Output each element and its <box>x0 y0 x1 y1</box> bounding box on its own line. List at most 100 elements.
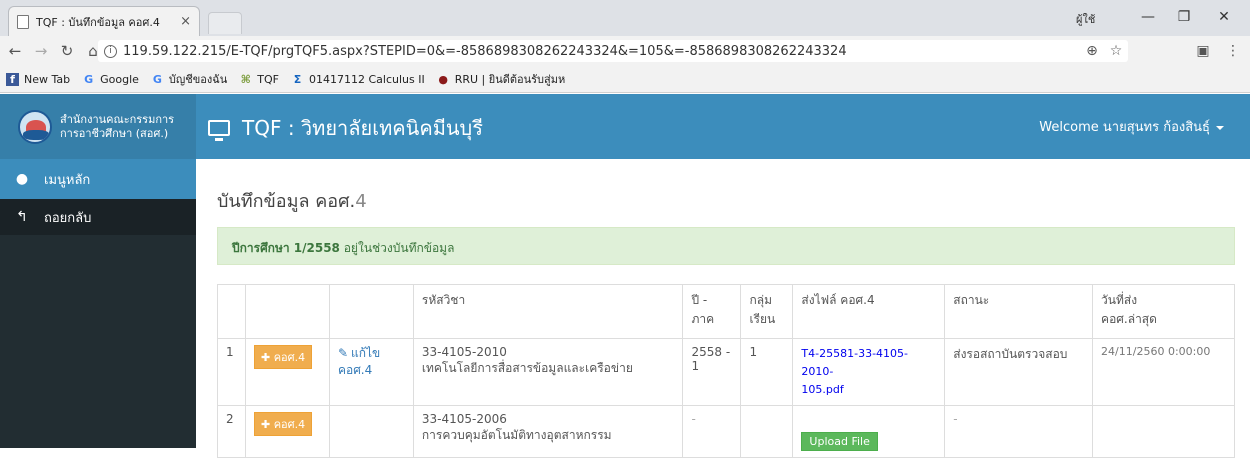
col-header-group: กลุ่ม เรียน <box>740 284 794 339</box>
course-name: การควบคุมอัตโนมัติทางอุตสาหกรรม <box>421 428 612 442</box>
back-arrow-icon[interactable]: ← <box>4 42 26 60</box>
rru-icon: ● <box>438 72 449 86</box>
sidebar-item-label: เมนูหลัก <box>44 172 91 188</box>
brand-logo-area[interactable]: สำนักงานคณะกรรมการ การอาชีวศึกษา (สอศ.) <box>0 94 196 159</box>
edit-cell-empty <box>328 405 414 458</box>
course-name: เทคโนโลยีการสื่อสารข้อมูลและเครือข่าย <box>421 361 633 375</box>
edit-label-1: แก้ไข <box>351 346 381 360</box>
tab-close-icon[interactable]: × <box>180 14 191 29</box>
dashboard-icon: ● <box>15 171 29 187</box>
course-cell: 33-4105-2006 การควบคุมอัตโนมัติทางอุตสาห… <box>412 405 684 458</box>
col-header-status: สถานะ <box>944 284 1094 339</box>
row-number: 2 <box>217 405 246 458</box>
term-cell: - <box>682 405 742 458</box>
file-name-1: T4-25581-33-4105-2010- <box>801 347 909 378</box>
brand-text: สำนักงานคณะกรรมการ การอาชีวศึกษา (สอศ.) <box>60 113 174 141</box>
google-icon: G <box>84 72 94 86</box>
tqf-icon: ⌘ <box>240 72 251 86</box>
site-title-text: TQF : วิทยาลัยเทคนิคมีนบุรี <box>242 116 483 140</box>
window-user-label[interactable]: ผู้ใช้ <box>1076 10 1095 28</box>
browser-tab[interactable]: TQF : บันทึกข้อมูล คอศ.4 × <box>8 6 200 36</box>
pencil-icon: ✎ <box>337 346 349 360</box>
monitor-icon <box>208 120 230 141</box>
new-tab-button[interactable] <box>208 12 242 34</box>
bookmark-tqf[interactable]: ⌘ TQF <box>239 73 279 86</box>
alert-text: อยู่ในช่วงบันทึกข้อมูล <box>339 241 455 255</box>
bookmark-newtab[interactable]: f New Tab <box>6 72 71 86</box>
bookmark-label: New Tab <box>24 72 71 86</box>
main-content: บันทึกข้อมูล คอศ.4 ปีการศึกษา 1/2558 อยู… <box>196 159 1250 458</box>
forward-arrow-icon[interactable]: → <box>30 42 52 60</box>
vec-logo-icon <box>18 109 52 144</box>
page-title: บันทึกข้อมูล คอศ.4 <box>217 186 367 215</box>
sidebar-item-label: ถอยกลับ <box>44 210 92 226</box>
course-cell: 33-4105-2010 เทคโนโลยีการสื่อสารข้อมูลแล… <box>412 338 684 406</box>
col-header-file: ส่งไฟล์ คอศ.4 <box>792 284 946 339</box>
reload-icon[interactable]: ↻ <box>56 42 78 60</box>
bookmark-calculus[interactable]: Σ 01417112 Calculus II <box>291 73 425 86</box>
status-alert: ปีการศึกษา 1/2558 อยู่ในช่วงบันทึกข้อมูล <box>217 227 1235 265</box>
row-number: 1 <box>217 338 246 406</box>
brand-line1: สำนักงานคณะกรรมการ <box>60 112 175 126</box>
zoom-icon[interactable]: ⊕ <box>1080 40 1104 62</box>
course-table: รหัสวิชา ปี - ภาค กลุ่ม เรียน ส่งไฟล์ คอ… <box>217 284 1235 458</box>
sidebar-item-main-menu[interactable]: ● เมนูหลัก <box>0 159 196 199</box>
page-title-number: 4 <box>355 191 367 212</box>
alert-term: ปีการศึกษา 1/2558 <box>232 241 340 255</box>
minimize-button[interactable]: — <box>1132 6 1164 28</box>
group-cell-empty <box>740 405 794 458</box>
col-header-action <box>244 284 330 339</box>
table-row: 1 ✚ คอศ.4 ✎ แก้ไข คอศ.4 33-4105-2010 เทคโ… <box>217 338 1235 406</box>
add-kos4-cell: ✚ คอศ.4 <box>244 338 330 406</box>
col-header-edit <box>328 284 414 339</box>
bookmark-label: 01417112 Calculus II <box>308 72 425 86</box>
upload-file-button[interactable]: Upload File <box>801 432 878 451</box>
bookmark-label: TQF <box>257 72 279 86</box>
table-row: 2 ✚ คอศ.4 33-4105-2006 การควบคุมอัตโนมัต… <box>217 405 1235 458</box>
status-cell: ส่งรอสถาบันตรวจสอบ <box>944 338 1094 406</box>
reply-arrow-icon: ↰ <box>16 209 28 225</box>
upload-cell: Upload File <box>792 405 946 458</box>
google-icon: G <box>152 72 162 86</box>
browser-tab-bar: TQF : บันทึกข้อมูล คอศ.4 × ผู้ใช้ — ❐ ✕ <box>0 0 1250 36</box>
add-kos4-button[interactable]: ✚ คอศ.4 <box>253 345 313 369</box>
bookmark-account[interactable]: G บัญชีของฉัน <box>151 70 227 88</box>
brand-line2: การอาชีวศึกษา (สอศ.) <box>60 126 169 140</box>
col-header-code: รหัสวิชา <box>412 284 684 339</box>
sidebar-item-back[interactable]: ↰ ถอยกลับ <box>0 199 196 235</box>
file-link[interactable]: T4-25581-33-4105-2010- 105.pdf <box>792 338 946 406</box>
course-code: 33-4105-2010 <box>421 345 507 359</box>
url-text: 119.59.122.215/E-TQF/prgTQF5.aspx?STEPID… <box>123 43 847 59</box>
col-header-date: วันที่ส่ง คอศ.ล่าสุด <box>1092 284 1235 339</box>
bookmark-rru[interactable]: ● RRU | ยินดีต้อนรับสู่มห <box>437 70 566 88</box>
address-toolbar: ← → ↻ ⌂ i 119.59.122.215/E-TQF/prgTQF5.a… <box>0 36 1250 66</box>
sigma-icon: Σ <box>293 72 302 86</box>
col-header-no <box>217 284 246 339</box>
date-cell-empty <box>1092 405 1235 458</box>
bookmark-label: RRU | ยินดีต้อนรับสู่มห <box>454 73 566 86</box>
info-icon[interactable]: i <box>104 44 117 58</box>
date-cell: 24/11/2560 0:00:00 <box>1092 338 1235 406</box>
facebook-icon: f <box>6 72 19 86</box>
close-window-button[interactable]: ✕ <box>1208 6 1240 28</box>
group-cell: 1 <box>740 338 794 406</box>
status-cell: - <box>944 405 1094 458</box>
extension-icon[interactable]: ▣ <box>1192 40 1214 62</box>
add-kos4-cell: ✚ คอศ.4 <box>244 405 330 458</box>
document-icon <box>17 14 29 29</box>
menu-dots-icon[interactable]: ⋮ <box>1222 40 1244 62</box>
file-name-2: 105.pdf <box>801 383 844 396</box>
bookmark-google[interactable]: G Google <box>82 73 139 86</box>
page-title-text: บันทึกข้อมูล คอศ. <box>217 191 356 212</box>
welcome-text: Welcome นายสุนทร ก้องสินธุ์ <box>1039 120 1210 135</box>
edit-kos4-link[interactable]: ✎ แก้ไข คอศ.4 <box>328 338 414 406</box>
top-navbar: สำนักงานคณะกรรมการ การอาชีวศึกษา (สอศ.) … <box>0 94 1250 159</box>
restore-button[interactable]: ❐ <box>1168 6 1200 28</box>
tab-title: TQF : บันทึกข้อมูล คอศ.4 <box>36 15 160 29</box>
bookmark-label: บัญชีของฉัน <box>168 73 228 86</box>
table-header-row: รหัสวิชา ปี - ภาค กลุ่ม เรียน ส่งไฟล์ คอ… <box>217 284 1235 339</box>
url-input[interactable]: i 119.59.122.215/E-TQF/prgTQF5.aspx?STEP… <box>98 40 1128 62</box>
bookmark-star-icon[interactable]: ☆ <box>1104 40 1128 62</box>
user-menu[interactable]: Welcome นายสุนทร ก้องสินธุ์ <box>1039 116 1224 137</box>
add-kos4-button[interactable]: ✚ คอศ.4 <box>253 412 313 436</box>
